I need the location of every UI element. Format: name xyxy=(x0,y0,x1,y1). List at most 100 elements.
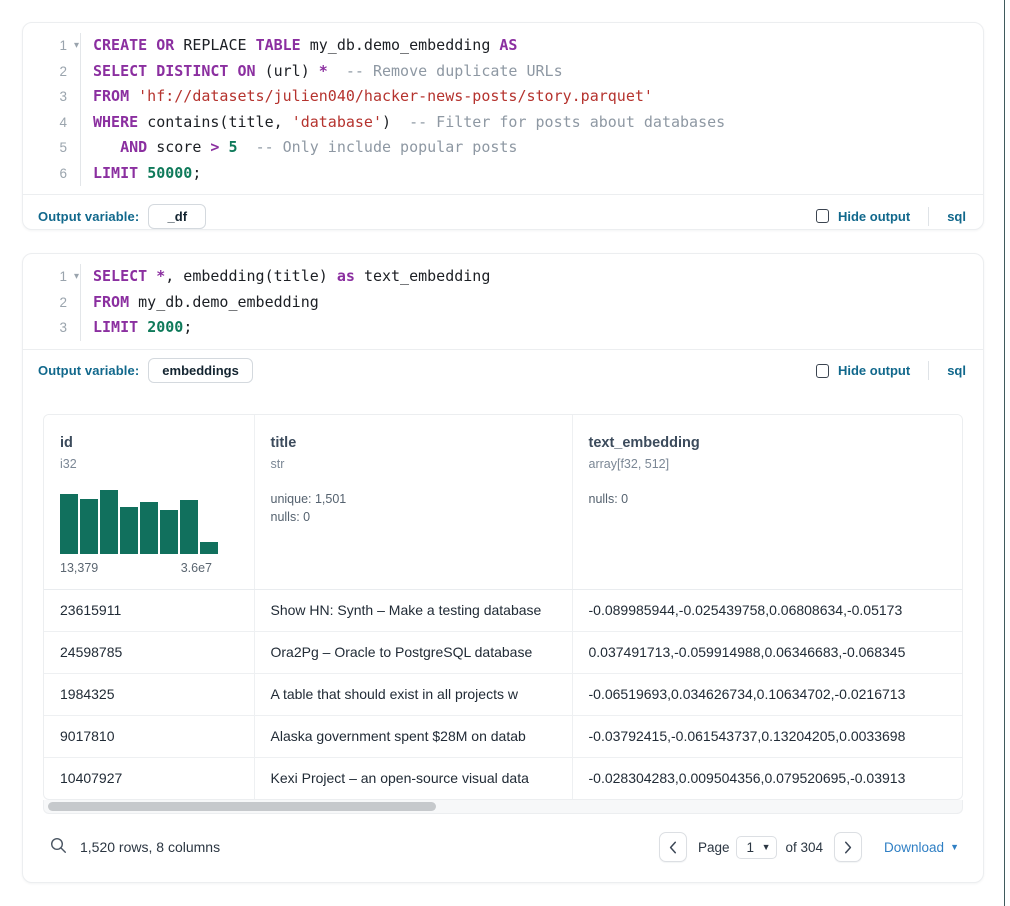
histogram-bar xyxy=(60,494,78,554)
table-row[interactable]: 24598785Ora2Pg – Oracle to PostgreSQL da… xyxy=(44,631,962,673)
horizontal-scrollbar[interactable] xyxy=(43,800,963,814)
histogram-max-label: 3.6e7 xyxy=(181,561,212,575)
next-page-button[interactable] xyxy=(834,832,862,862)
table-cell-id: 24598785 xyxy=(44,631,254,673)
scrollbar-thumb[interactable] xyxy=(48,802,436,811)
column-header-title[interactable]: title str unique: 1,501 nulls: 0 xyxy=(254,415,572,590)
code-line-text: FROM my_db.demo_embedding xyxy=(80,290,983,316)
hide-output-label: Hide output xyxy=(838,209,910,224)
table-header-row: id i32 13,379 3.6e7 title xyxy=(44,415,962,590)
line-number: 6 xyxy=(23,161,71,187)
code-editor-1[interactable]: 1▾ CREATE OR REPLACE TABLE my_db.demo_em… xyxy=(23,23,983,194)
download-button[interactable]: Download ▼ xyxy=(884,840,959,855)
hide-output-toggle[interactable]: Hide output xyxy=(816,363,910,378)
table-cell-text-embedding: -0.03792415,-0.061543737,0.13204205,0.00… xyxy=(572,715,962,757)
histogram-bars xyxy=(60,490,218,554)
column-name: text_embedding xyxy=(589,433,947,453)
code-line: 2 SELECT DISTINCT ON (url) * -- Remove d… xyxy=(23,59,983,85)
fold-chevron-icon[interactable]: ▾ xyxy=(71,264,82,290)
line-number: 3 xyxy=(23,315,71,341)
table-cell-id: 23615911 xyxy=(44,589,254,631)
table-cell-text-embedding: -0.06519693,0.034626734,0.10634702,-0.02… xyxy=(572,673,962,715)
code-line: 3 FROM 'hf://datasets/julien040/hacker-n… xyxy=(23,84,983,110)
code-line: 5 AND score > 5 -- Only include popular … xyxy=(23,135,983,161)
histogram-bar xyxy=(100,490,118,554)
code-line-text: WHERE contains(title, 'database') -- Fil… xyxy=(80,110,983,136)
results-table-container[interactable]: id i32 13,379 3.6e7 title xyxy=(43,414,963,801)
table-cell-text-embedding: -0.028304283,0.009504356,0.079520695,-0.… xyxy=(572,757,962,799)
table-row[interactable]: 10407927Kexi Project – an open-source vi… xyxy=(44,757,962,799)
column-stat: nulls: 0 xyxy=(271,508,556,526)
column-stat: nulls: 0 xyxy=(589,490,947,508)
line-number: 4 xyxy=(23,110,71,136)
code-line-text: CREATE OR REPLACE TABLE my_db.demo_embed… xyxy=(80,33,983,59)
search-icon[interactable] xyxy=(50,837,67,857)
line-number: 1▾ xyxy=(23,33,71,59)
code-line-text: LIMIT 2000; xyxy=(80,315,983,341)
page-root: 1▾ CREATE OR REPLACE TABLE my_db.demo_em… xyxy=(0,0,1010,906)
right-edge-rule xyxy=(1004,0,1005,906)
code-editor-2[interactable]: 1▾ SELECT *, embedding(title) as text_em… xyxy=(23,254,983,349)
column-type: i32 xyxy=(60,455,238,474)
table-cell-id: 10407927 xyxy=(44,757,254,799)
histogram-bar xyxy=(80,499,98,554)
output-variable-label: Output variable: xyxy=(38,363,139,378)
notebook-cell-1[interactable]: 1▾ CREATE OR REPLACE TABLE my_db.demo_em… xyxy=(22,22,984,230)
table-row[interactable]: 9017810Alaska government spent $28M on d… xyxy=(44,715,962,757)
column-stats: unique: 1,501 nulls: 0 xyxy=(271,490,556,526)
cell-toolbar-1: Output variable: _df Hide output sql xyxy=(23,194,983,237)
line-number: 3 xyxy=(23,84,71,110)
table-body: 23615911Show HN: Synth – Make a testing … xyxy=(44,589,962,799)
table-cell-title: Ora2Pg – Oracle to PostgreSQL database xyxy=(254,631,572,673)
code-line: 3 LIMIT 2000; xyxy=(23,315,983,341)
page-select-wrapper[interactable]: 123 ▼ xyxy=(736,836,777,859)
histogram-bar xyxy=(180,500,198,553)
column-header-id[interactable]: id i32 13,379 3.6e7 xyxy=(44,415,254,590)
table-row[interactable]: 23615911Show HN: Synth – Make a testing … xyxy=(44,589,962,631)
histogram-bar xyxy=(140,502,158,553)
table-cell-id: 9017810 xyxy=(44,715,254,757)
table-cell-text-embedding: -0.089985944,-0.025439758,0.06808634,-0.… xyxy=(572,589,962,631)
language-tag[interactable]: sql xyxy=(947,209,966,224)
hide-output-label: Hide output xyxy=(838,363,910,378)
column-histogram: 13,379 3.6e7 xyxy=(60,490,218,575)
notebook-cell-2[interactable]: 1▾ SELECT *, embedding(title) as text_em… xyxy=(22,253,984,883)
line-number: 5 xyxy=(23,135,71,161)
column-type: array[f32, 512] xyxy=(589,455,947,474)
code-line-text: FROM 'hf://datasets/julien040/hacker-new… xyxy=(80,84,983,110)
line-number: 2 xyxy=(23,59,71,85)
histogram-bar xyxy=(160,510,178,553)
line-number: 1▾ xyxy=(23,264,71,290)
toolbar-divider xyxy=(928,207,929,226)
column-header-text-embedding[interactable]: text_embedding array[f32, 512] nulls: 0 xyxy=(572,415,962,590)
pagination-controls: Page 123 ▼ of 304 xyxy=(659,832,862,862)
output-variable-input[interactable]: embeddings xyxy=(148,358,253,383)
code-line: 4 WHERE contains(title, 'database') -- F… xyxy=(23,110,983,136)
code-line: 1▾ SELECT *, embedding(title) as text_em… xyxy=(23,264,983,290)
page-label: Page xyxy=(698,840,730,855)
code-line-text: SELECT DISTINCT ON (url) * -- Remove dup… xyxy=(80,59,983,85)
results-footer: 1,520 rows, 8 columns Page 123 ▼ of 304 … xyxy=(23,814,983,862)
table-cell-title: Alaska government spent $28M on datab xyxy=(254,715,572,757)
table-cell-id: 1984325 xyxy=(44,673,254,715)
column-stat: unique: 1,501 xyxy=(271,490,556,508)
toolbar-divider xyxy=(928,361,929,380)
checkbox-icon[interactable] xyxy=(816,364,829,378)
table-cell-text-embedding: 0.037491713,-0.059914988,0.06346683,-0.0… xyxy=(572,631,962,673)
code-line: 2 FROM my_db.demo_embedding xyxy=(23,290,983,316)
table-row[interactable]: 1984325A table that should exist in all … xyxy=(44,673,962,715)
output-variable-input[interactable]: _df xyxy=(148,204,206,229)
histogram-bar xyxy=(120,507,138,554)
language-tag[interactable]: sql xyxy=(947,363,966,378)
prev-page-button[interactable] xyxy=(659,832,687,862)
code-line: 6 LIMIT 50000; xyxy=(23,161,983,187)
page-select[interactable]: 123 xyxy=(736,836,777,859)
code-line-text: SELECT *, embedding(title) as text_embed… xyxy=(80,264,983,290)
histogram-min-label: 13,379 xyxy=(60,561,98,575)
checkbox-icon[interactable] xyxy=(816,209,829,223)
line-number: 2 xyxy=(23,290,71,316)
histogram-axis: 13,379 3.6e7 xyxy=(60,561,212,575)
column-name: title xyxy=(271,433,556,453)
hide-output-toggle[interactable]: Hide output xyxy=(816,209,910,224)
fold-chevron-icon[interactable]: ▾ xyxy=(71,33,82,59)
